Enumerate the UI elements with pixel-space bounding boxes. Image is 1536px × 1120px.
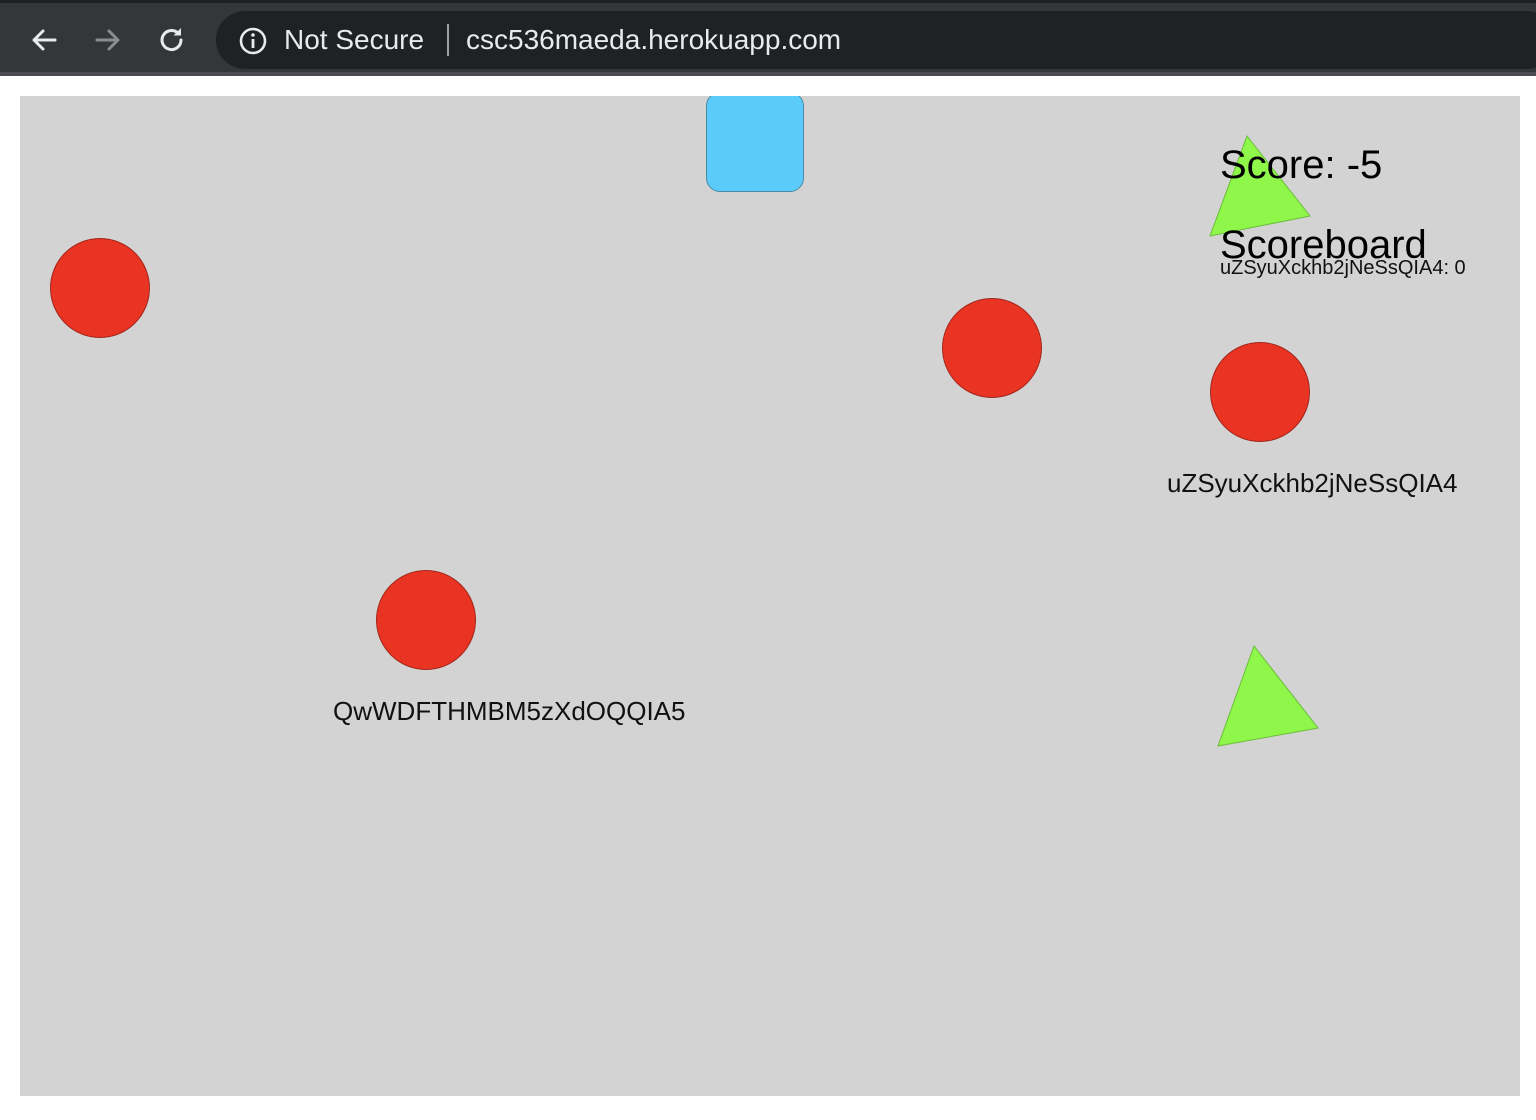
player-label: QwWDFTHMBM5zXdOQQIA5	[333, 696, 686, 726]
green-triangle-shape	[1217, 644, 1319, 747]
address-bar[interactable]: Not Secure csc536maeda.herokuapp.com	[216, 11, 1536, 69]
info-circle-icon[interactable]	[238, 26, 268, 56]
reload-button[interactable]	[154, 22, 190, 58]
red-circle-player	[50, 238, 150, 338]
arrow-right-icon	[95, 29, 120, 51]
arrow-left-icon	[32, 29, 57, 51]
red-circle-player	[942, 298, 1042, 398]
score-text: Score: -5	[1220, 143, 1383, 187]
address-divider	[447, 24, 449, 56]
red-circle-player	[1210, 342, 1310, 442]
toolbar-shadow	[0, 72, 1536, 76]
security-status-label[interactable]: Not Secure	[284, 23, 424, 57]
scoreboard-entry: uZSyuXckhb2jNeSsQIA4: 0	[1220, 257, 1466, 279]
browser-toolbar: Not Secure csc536maeda.herokuapp.com	[0, 0, 1536, 76]
game-canvas[interactable]: Score: -5 Scoreboard uZSyuXckhb2jNeSsQIA…	[20, 96, 1520, 1096]
url-text[interactable]: csc536maeda.herokuapp.com	[466, 23, 841, 57]
player-label: uZSyuXckhb2jNeSsQIA4	[1167, 468, 1458, 498]
blue-square-shape	[706, 96, 804, 192]
reload-icon	[160, 28, 183, 52]
back-button[interactable]	[26, 22, 62, 58]
red-circle-player	[376, 570, 476, 670]
forward-button[interactable]	[90, 22, 126, 58]
